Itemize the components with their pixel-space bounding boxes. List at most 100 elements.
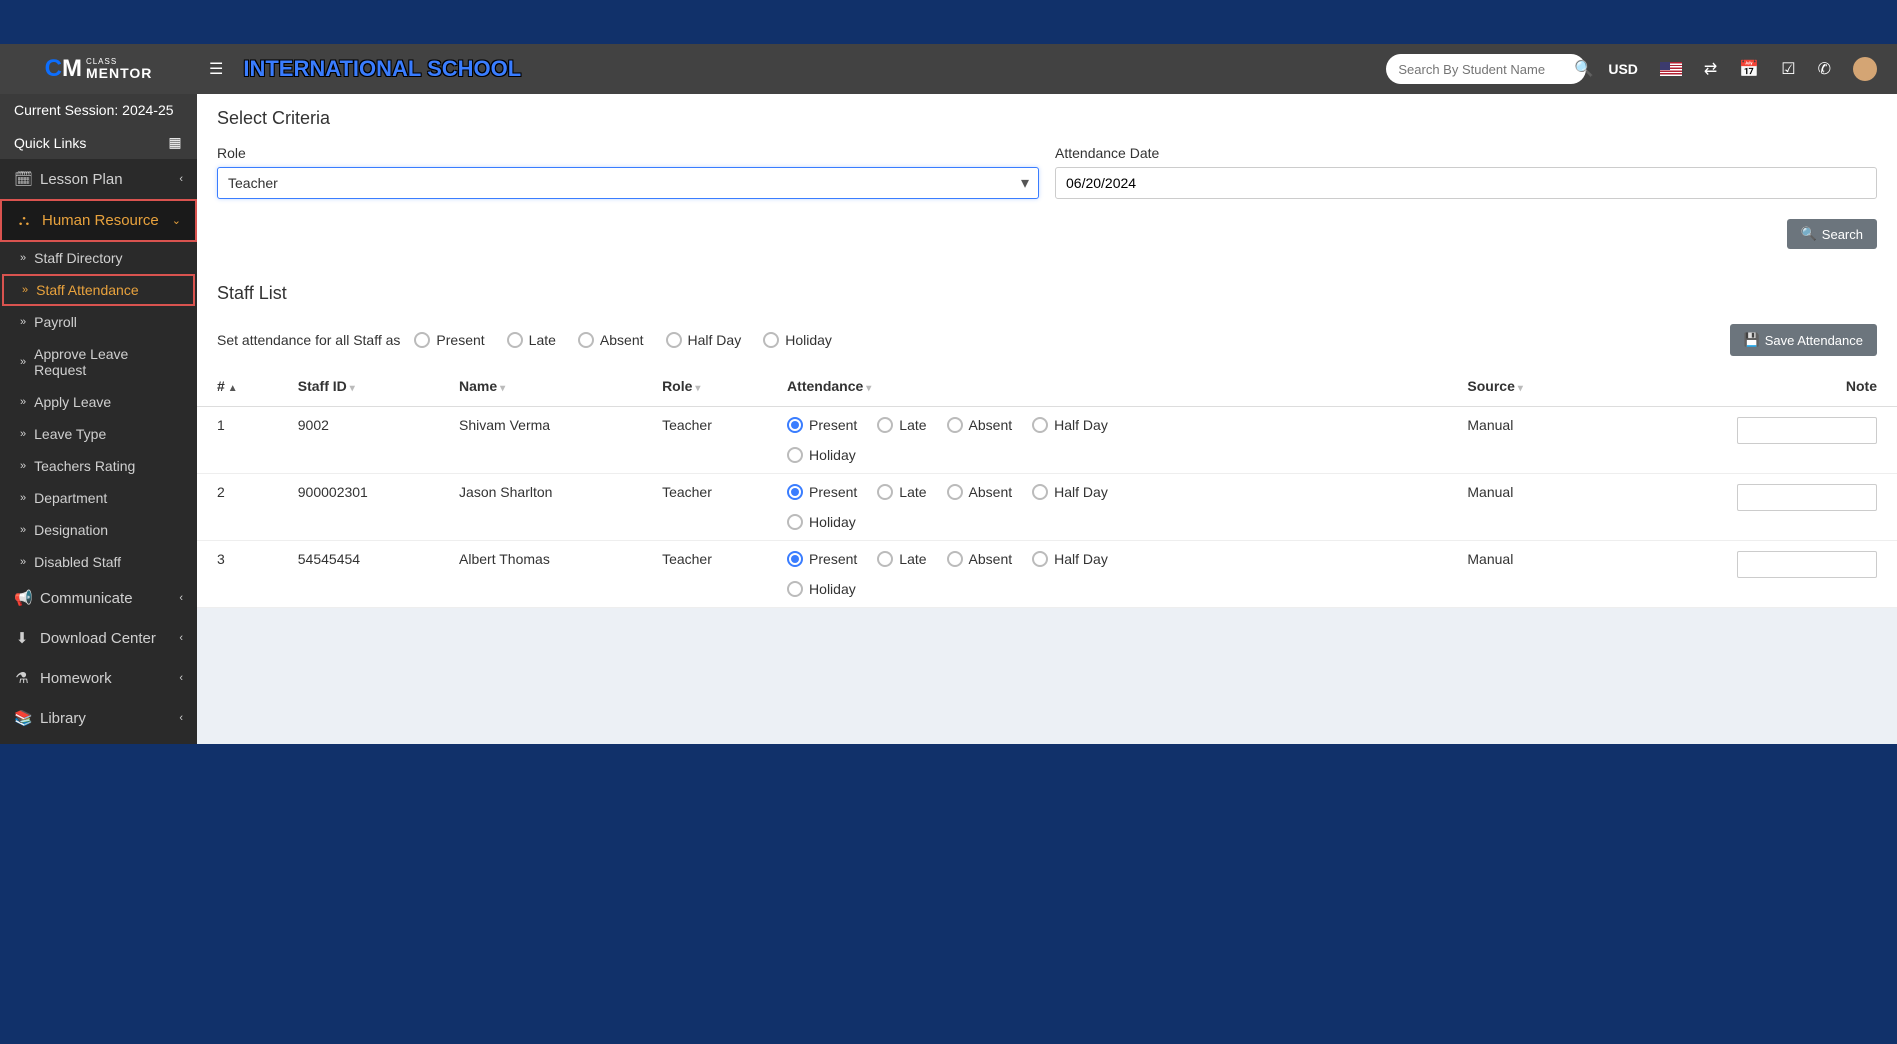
radio-icon[interactable] [787, 417, 803, 433]
table-row: 354545454Albert ThomasTeacherPresentLate… [197, 541, 1897, 608]
col-attendance[interactable]: Attendance▾ [777, 366, 1457, 407]
radio-icon[interactable] [877, 551, 893, 567]
bullhorn-icon: 📢 [14, 589, 30, 607]
grid-icon[interactable]: ▦ [167, 134, 183, 151]
radio-icon[interactable] [787, 581, 803, 597]
nav-leave-type[interactable]: » Leave Type [0, 418, 197, 450]
radio-icon[interactable] [947, 484, 963, 500]
row-radio-holiday[interactable]: Holiday [787, 514, 856, 530]
nav-download-center[interactable]: ⬇ Download Center ‹ [0, 618, 197, 658]
whatsapp-icon[interactable]: ✆ [1818, 59, 1831, 79]
nav-department[interactable]: » Department [0, 482, 197, 514]
check-icon[interactable]: ☑ [1781, 59, 1795, 79]
radio-icon[interactable] [947, 417, 963, 433]
content: Select Criteria Role Teacher Attendance … [197, 94, 1897, 744]
logo[interactable]: CM CLASSMENTOR [0, 55, 197, 83]
row-radio-present[interactable]: Present [787, 484, 857, 500]
radio-icon[interactable] [787, 484, 803, 500]
radio-icon[interactable] [787, 514, 803, 530]
bulk-radio-present[interactable]: Present [414, 332, 484, 348]
col-source[interactable]: Source▾ [1457, 366, 1592, 407]
nav-payroll[interactable]: » Payroll [0, 306, 197, 338]
calendar-icon[interactable]: 📅 [1739, 59, 1759, 79]
radio-icon[interactable] [507, 332, 523, 348]
session-label: Current Session: 2024-25 [0, 94, 197, 126]
nav-approve-leave[interactable]: » Approve Leave Request [0, 338, 197, 386]
school-name: INTERNATIONAL SCHOOL [243, 56, 521, 82]
radio-icon[interactable] [1032, 484, 1048, 500]
avatar[interactable] [1853, 57, 1877, 81]
radio-icon[interactable] [877, 484, 893, 500]
row-radio-late[interactable]: Late [877, 417, 926, 433]
bulk-label: Set attendance for all Staff as [217, 332, 400, 348]
row-radio-absent[interactable]: Absent [947, 551, 1013, 567]
row-radio-present[interactable]: Present [787, 551, 857, 567]
quick-links[interactable]: Quick Links ▦ [0, 126, 197, 159]
search-input[interactable] [1398, 62, 1574, 77]
nav-communicate[interactable]: 📢 Communicate ‹ [0, 578, 197, 618]
col-note[interactable]: Note [1593, 366, 1897, 407]
col-idx[interactable]: #▲ [197, 366, 288, 407]
radio-icon[interactable] [877, 417, 893, 433]
search-icon: 🔍 [1801, 226, 1817, 242]
bulk-radio-half-day[interactable]: Half Day [666, 332, 742, 348]
criteria-title: Select Criteria [197, 94, 1897, 139]
radio-icon[interactable] [763, 332, 779, 348]
nav-teachers-rating[interactable]: » Teachers Rating [0, 450, 197, 482]
row-radio-absent[interactable]: Absent [947, 484, 1013, 500]
row-radio-holiday[interactable]: Holiday [787, 581, 856, 597]
radio-icon[interactable] [787, 551, 803, 567]
search-icon[interactable]: 🔍 [1574, 59, 1594, 79]
nav-staff-directory[interactable]: » Staff Directory [0, 242, 197, 274]
bulk-radio-absent[interactable]: Absent [578, 332, 644, 348]
role-select[interactable]: Teacher [217, 167, 1039, 199]
nav-human-resource[interactable]: ⛬ Human Resource ⌄ [0, 199, 197, 242]
radio-icon[interactable] [666, 332, 682, 348]
row-radio-holiday[interactable]: Holiday [787, 447, 856, 463]
nav-designation[interactable]: » Designation [0, 514, 197, 546]
search-button[interactable]: 🔍 Search [1787, 219, 1877, 249]
radio-icon[interactable] [787, 447, 803, 463]
swap-icon[interactable]: ⇄ [1704, 59, 1717, 79]
nav-lesson-plan[interactable]: 🗓 Lesson Plan ‹ [0, 159, 197, 199]
radio-icon[interactable] [414, 332, 430, 348]
role-label: Role [217, 145, 1039, 161]
nav-inventory[interactable]: 📦 Inventory ‹ [0, 738, 197, 744]
nav-library[interactable]: 📚 Library ‹ [0, 698, 197, 738]
staff-list-title: Staff List [197, 269, 1897, 314]
chevron-left-icon: ‹ [179, 712, 183, 724]
flag-icon[interactable] [1660, 62, 1682, 76]
note-input[interactable] [1737, 417, 1877, 444]
chevron-left-icon: ‹ [179, 173, 183, 185]
note-input[interactable] [1737, 484, 1877, 511]
student-search[interactable]: 🔍 [1386, 54, 1586, 84]
chevron-right-icon: » [20, 492, 26, 504]
nav-staff-attendance[interactable]: » Staff Attendance [2, 274, 195, 306]
save-attendance-button[interactable]: 💾 Save Attendance [1730, 324, 1878, 356]
row-radio-half-day[interactable]: Half Day [1032, 551, 1108, 567]
bulk-radio-late[interactable]: Late [507, 332, 556, 348]
row-radio-half-day[interactable]: Half Day [1032, 484, 1108, 500]
radio-icon[interactable] [1032, 551, 1048, 567]
row-radio-half-day[interactable]: Half Day [1032, 417, 1108, 433]
date-input[interactable] [1055, 167, 1877, 199]
row-radio-late[interactable]: Late [877, 551, 926, 567]
nav-disabled-staff[interactable]: » Disabled Staff [0, 546, 197, 578]
row-radio-late[interactable]: Late [877, 484, 926, 500]
radio-icon[interactable] [1032, 417, 1048, 433]
note-input[interactable] [1737, 551, 1877, 578]
col-name[interactable]: Name▾ [449, 366, 652, 407]
nav-apply-leave[interactable]: » Apply Leave [0, 386, 197, 418]
radio-icon[interactable] [578, 332, 594, 348]
currency-label[interactable]: USD [1608, 61, 1638, 77]
nav-homework[interactable]: ⚗ Homework ‹ [0, 658, 197, 698]
chevron-left-icon: ‹ [179, 592, 183, 604]
col-staff-id[interactable]: Staff ID▾ [288, 366, 449, 407]
row-radio-present[interactable]: Present [787, 417, 857, 433]
row-radio-absent[interactable]: Absent [947, 417, 1013, 433]
menu-toggle-icon[interactable]: ☰ [209, 59, 223, 79]
col-role[interactable]: Role▾ [652, 366, 777, 407]
radio-icon[interactable] [947, 551, 963, 567]
bulk-radio-holiday[interactable]: Holiday [763, 332, 832, 348]
chevron-right-icon: » [20, 428, 26, 440]
